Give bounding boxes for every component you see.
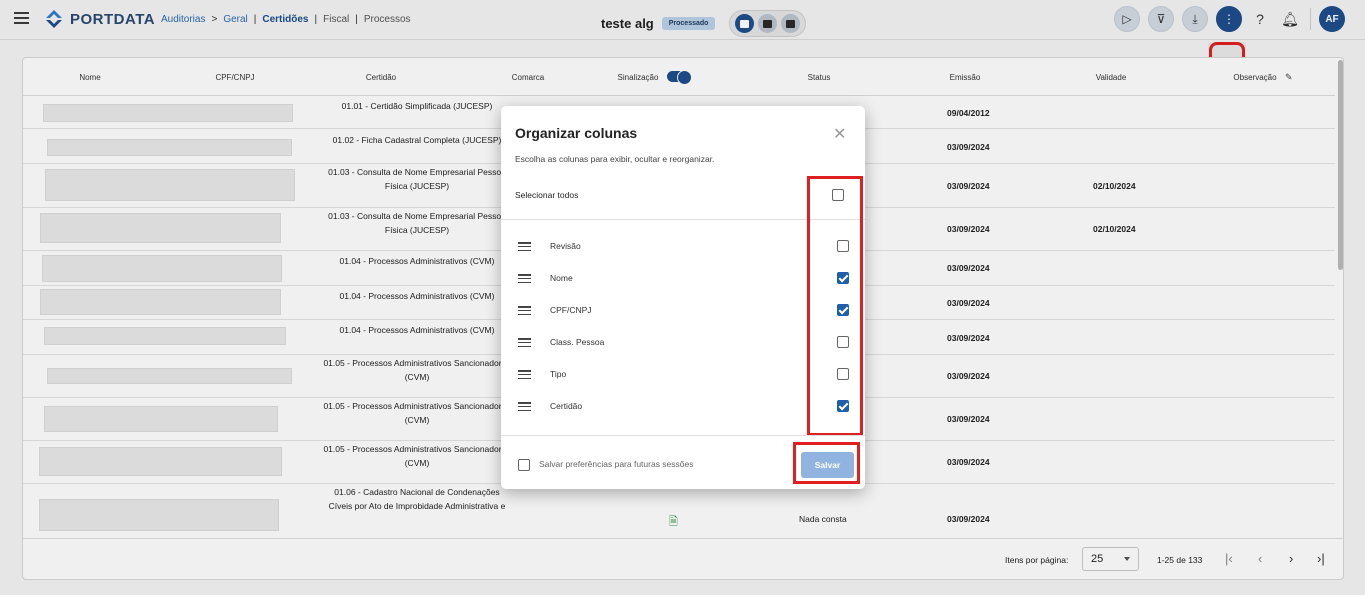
- drag-handle-icon[interactable]: [518, 274, 531, 283]
- column-label: Nome: [550, 273, 573, 283]
- drag-handle-icon[interactable]: [518, 338, 531, 347]
- column-label: Certidão: [550, 401, 583, 411]
- column-label: Tipo: [550, 369, 567, 379]
- dialog-description: Escolha as colunas para exibir, ocultar …: [515, 154, 715, 164]
- save-highlight: [793, 442, 860, 484]
- column-label: Revisão: [550, 241, 581, 251]
- divider: [501, 435, 865, 436]
- select-all-label: Selecionar todos: [515, 190, 579, 200]
- drag-handle-icon[interactable]: [518, 370, 531, 379]
- drag-handle-icon[interactable]: [518, 306, 531, 315]
- column-label: CPF/CNPJ: [550, 305, 592, 315]
- drag-handle-icon[interactable]: [518, 402, 531, 411]
- column-label: Class. Pessoa: [550, 337, 605, 347]
- checkbox-highlight: [807, 176, 863, 436]
- close-icon[interactable]: ✕: [833, 124, 846, 144]
- save-preferences-checkbox[interactable]: [518, 459, 530, 471]
- organize-columns-dialog: Organizar colunas ✕ Escolha as colunas p…: [501, 106, 865, 489]
- dialog-title: Organizar colunas: [515, 125, 638, 141]
- save-preferences-label: Salvar preferências para futuras sessões: [539, 459, 694, 469]
- drag-handle-icon[interactable]: [518, 242, 531, 251]
